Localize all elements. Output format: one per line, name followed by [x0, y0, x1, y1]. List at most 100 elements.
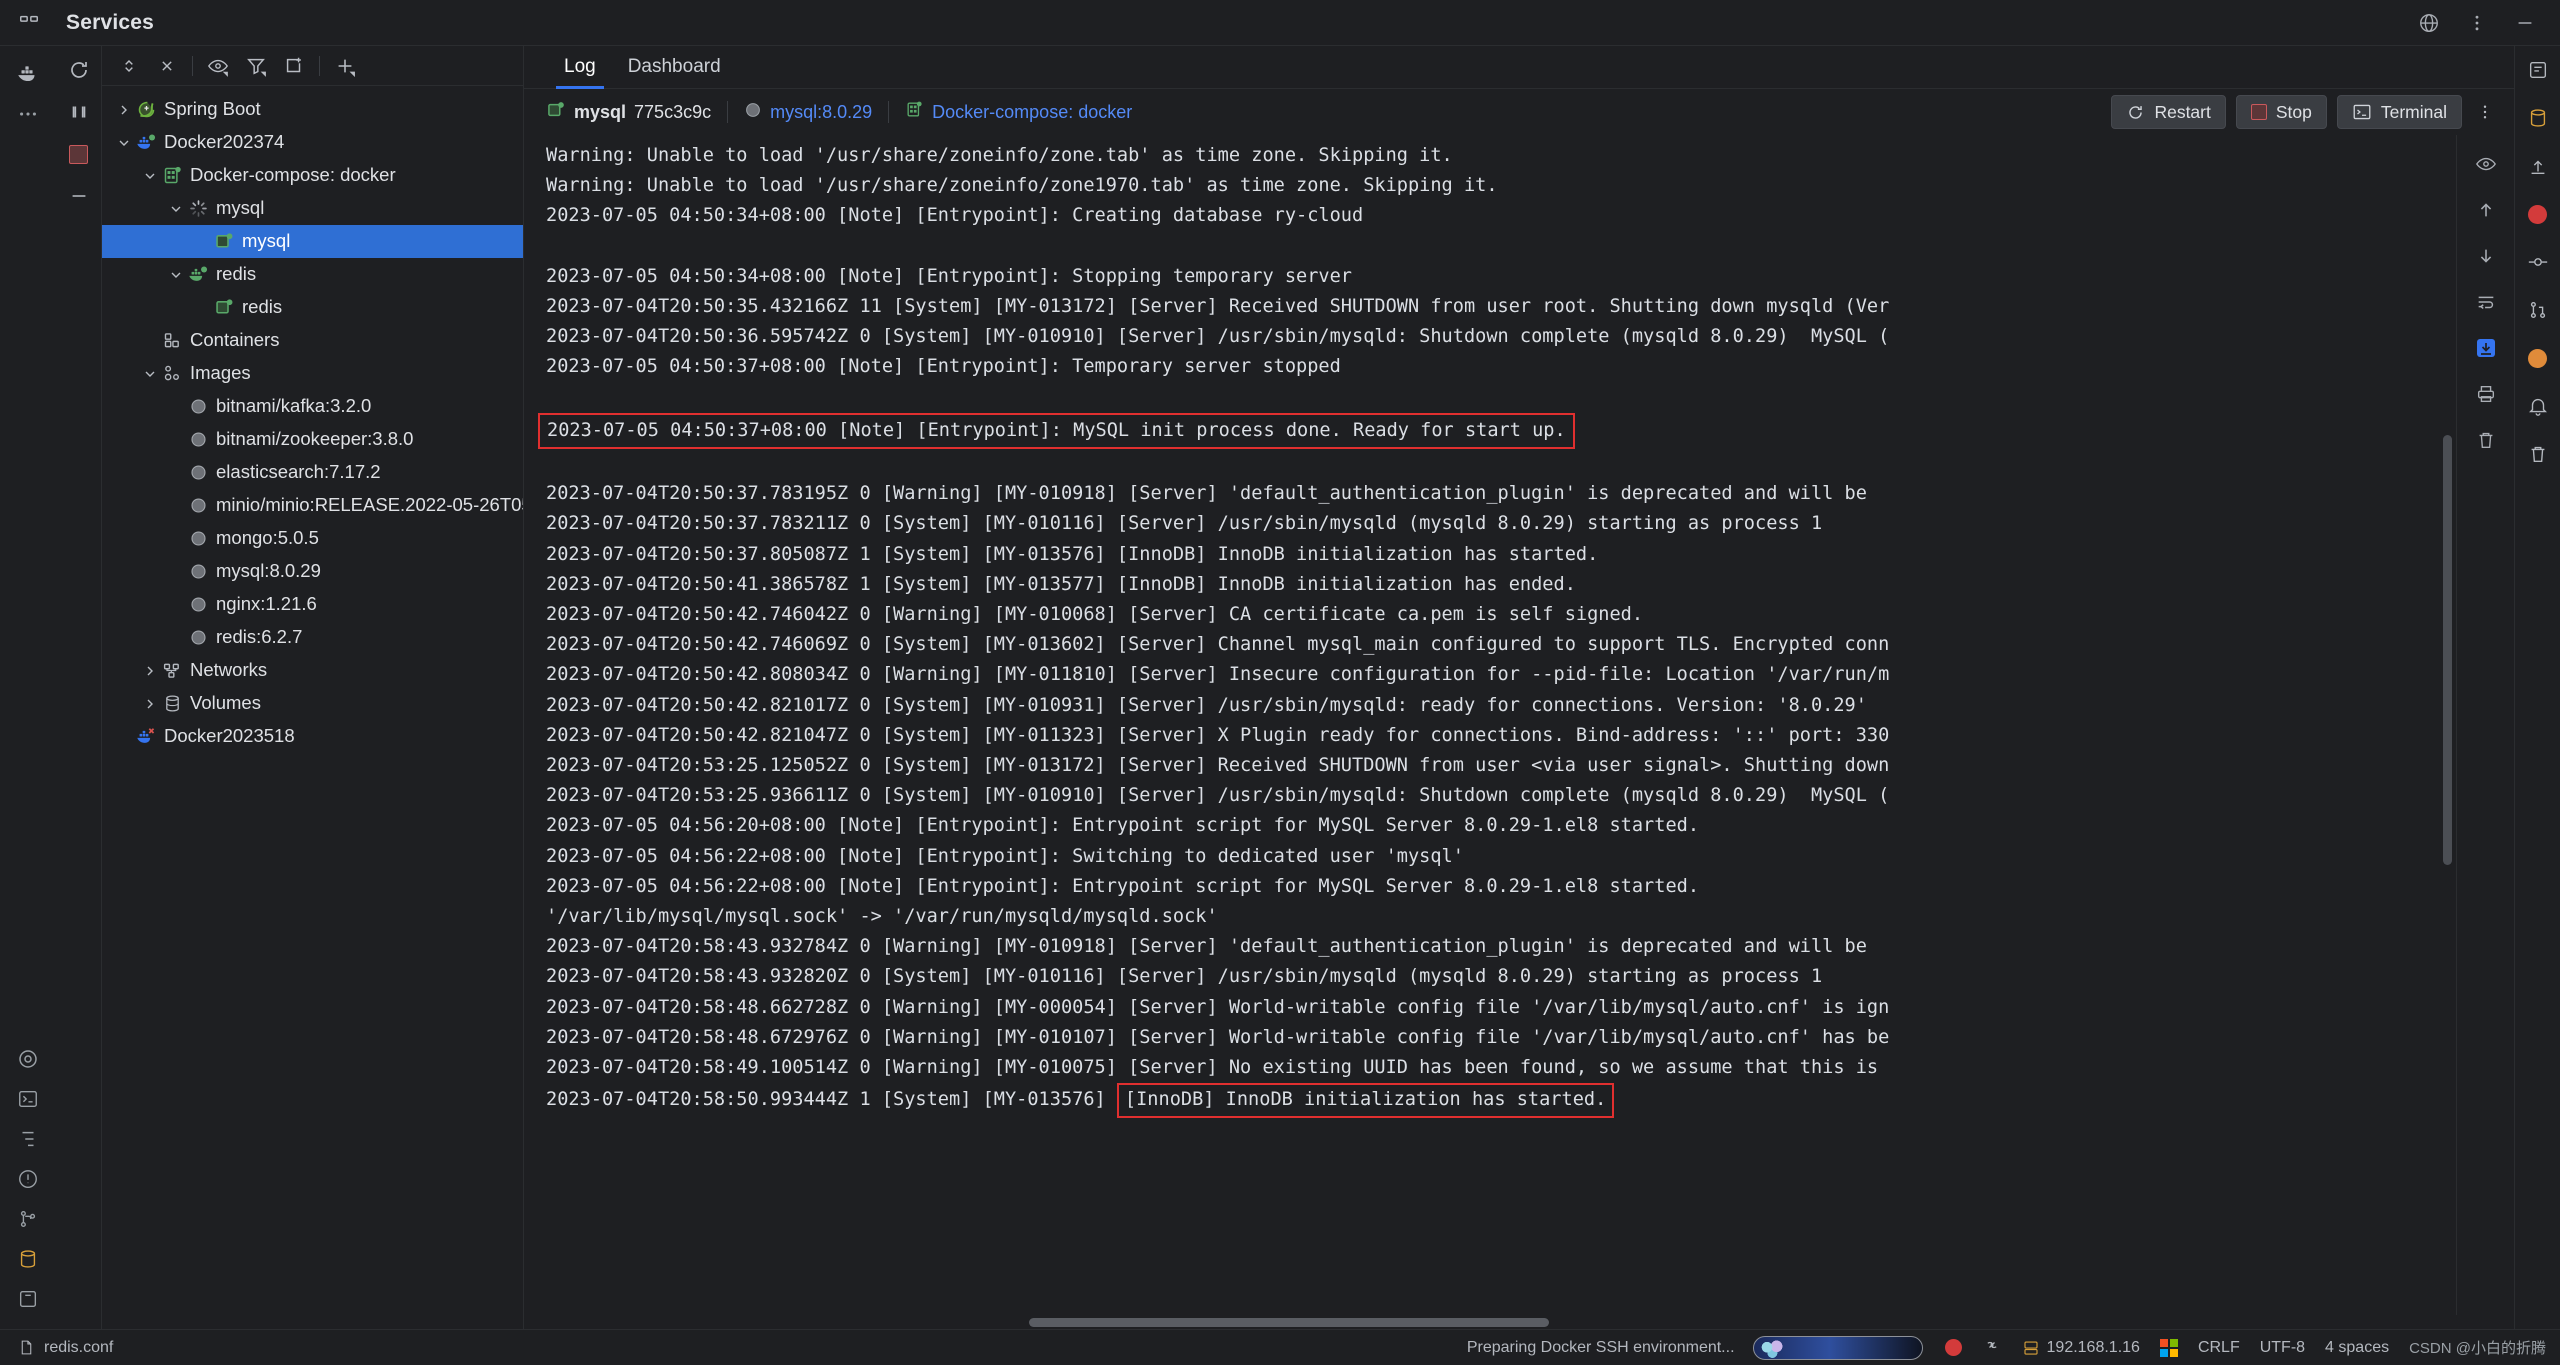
- breadcrumb-compose[interactable]: Docker-compose: docker: [905, 100, 1132, 124]
- ide-window: Services Spring Boot Docker202374 Docker…: [0, 0, 2560, 1365]
- docker-whale-icon[interactable]: [8, 54, 48, 94]
- log-vertical-scrollbar[interactable]: [2443, 435, 2452, 865]
- tree-item[interactable]: mongo:5.0.5: [102, 522, 523, 555]
- terminal-icon[interactable]: [8, 1079, 48, 1119]
- add-icon[interactable]: [326, 49, 364, 83]
- record-icon[interactable]: [1944, 1339, 1962, 1356]
- settings-gear-icon[interactable]: [8, 1039, 48, 1079]
- delete-icon[interactable]: [2471, 425, 2501, 455]
- view-options-icon[interactable]: [199, 49, 237, 83]
- breadcrumb-image[interactable]: mysql:8.0.29: [744, 101, 872, 124]
- red-dot-icon[interactable]: [2524, 200, 2552, 228]
- tree-item[interactable]: Docker2023518: [102, 720, 523, 753]
- log-line: 2023-07-04T20:50:37.783211Z 0 [System] […: [546, 513, 1823, 535]
- database-icon[interactable]: [8, 1239, 48, 1279]
- image-circle-icon: [186, 528, 210, 550]
- chevron-down-icon[interactable]: [140, 364, 160, 384]
- chevron-right-icon[interactable]: [140, 694, 160, 714]
- tree-item[interactable]: elasticsearch:7.17.2: [102, 456, 523, 489]
- tree-item[interactable]: Networks: [102, 654, 523, 687]
- upload-icon[interactable]: [2524, 152, 2552, 180]
- soft-wrap-icon[interactable]: [2471, 287, 2501, 317]
- tab-log[interactable]: Log: [548, 56, 612, 89]
- scroll-down-icon[interactable]: [2471, 241, 2501, 271]
- more-vertical-icon[interactable]: [2472, 97, 2498, 127]
- notifications-icon[interactable]: [2524, 56, 2552, 84]
- tree-item[interactable]: redis: [102, 258, 523, 291]
- bell-icon[interactable]: [2524, 392, 2552, 420]
- tree-item[interactable]: Spring Boot: [102, 93, 523, 126]
- networks-icon: [160, 660, 184, 682]
- tree-item[interactable]: redis: [102, 291, 523, 324]
- status-indent[interactable]: 4 spaces: [2325, 1339, 2389, 1357]
- filter-icon[interactable]: [237, 49, 275, 83]
- windows-logo-icon[interactable]: [2159, 1338, 2178, 1357]
- status-filename: redis.conf: [44, 1338, 114, 1356]
- log-tabs: Log Dashboard: [524, 46, 2514, 89]
- log-line: 2023-07-04T20:53:25.936611Z 0 [System] […: [546, 785, 1890, 807]
- services-tool-rail: [56, 46, 102, 1329]
- group-icon[interactable]: [275, 49, 313, 83]
- scrollbar-thumb[interactable]: [1029, 1318, 1549, 1327]
- tree-item[interactable]: Volumes: [102, 687, 523, 720]
- problems-icon[interactable]: [8, 1159, 48, 1199]
- scroll-to-end-icon[interactable]: [2471, 333, 2501, 363]
- rerun-icon[interactable]: [65, 56, 93, 84]
- status-encoding[interactable]: UTF-8: [2260, 1339, 2305, 1357]
- chevron-right-icon[interactable]: [140, 661, 160, 681]
- database-icon[interactable]: [2524, 104, 2552, 132]
- image-circle-icon: [186, 561, 210, 583]
- trash-icon[interactable]: [2524, 440, 2552, 468]
- print-icon[interactable]: [2471, 379, 2501, 409]
- tree-item[interactable]: Docker202374: [102, 126, 523, 159]
- globe-icon[interactable]: [2416, 10, 2442, 36]
- tree-item[interactable]: minio/minio:RELEASE.2022-05-26T05-48-41Z: [102, 489, 523, 522]
- stop-button[interactable]: Stop: [2235, 95, 2327, 129]
- expand-collapse-icon[interactable]: [110, 49, 148, 83]
- tree-item[interactable]: mysql:8.0.29: [102, 555, 523, 588]
- close-icon[interactable]: [148, 49, 186, 83]
- tab-dashboard[interactable]: Dashboard: [612, 56, 737, 88]
- minimize-icon[interactable]: [2512, 10, 2538, 36]
- tree-item[interactable]: redis:6.2.7: [102, 621, 523, 654]
- minimize-icon[interactable]: [65, 182, 93, 210]
- container-breadcrumb-bar: mysql 775c3c9c mysql:8.0.29 Docker-compo…: [524, 89, 2514, 135]
- stop-icon[interactable]: [65, 140, 93, 168]
- git-branch-icon[interactable]: [8, 1199, 48, 1239]
- tree-item[interactable]: bitnami/zookeeper:3.8.0: [102, 423, 523, 456]
- chevron-down-icon[interactable]: [140, 166, 160, 186]
- pause-icon[interactable]: [65, 98, 93, 126]
- status-file[interactable]: redis.conf: [18, 1339, 113, 1357]
- restart-button[interactable]: Restart: [2111, 95, 2226, 129]
- commit-icon[interactable]: [2524, 248, 2552, 276]
- tree-item[interactable]: mysql: [102, 225, 523, 258]
- tree-item[interactable]: bitnami/kafka:3.2.0: [102, 390, 523, 423]
- log-output[interactable]: Warning: Unable to load '/usr/share/zone…: [524, 135, 2456, 1315]
- eye-icon[interactable]: [2471, 149, 2501, 179]
- log-horizontal-scrollbar[interactable]: [524, 1315, 2514, 1329]
- tree-item-label: nginx:1.21.6: [216, 593, 317, 615]
- tree-item[interactable]: nginx:1.21.6: [102, 588, 523, 621]
- status-sftp[interactable]: 192.168.1.16: [2022, 1339, 2140, 1357]
- bookmarks-icon[interactable]: [8, 1279, 48, 1319]
- status-line-separator[interactable]: CRLF: [2198, 1339, 2240, 1357]
- more-horizontal-icon[interactable]: [8, 94, 48, 134]
- chevron-down-icon[interactable]: [166, 265, 186, 285]
- chevron-right-icon[interactable]: [114, 100, 134, 120]
- more-vertical-icon[interactable]: [2464, 10, 2490, 36]
- terminal-button[interactable]: Terminal: [2336, 95, 2462, 129]
- orange-dot-icon[interactable]: [2524, 344, 2552, 372]
- scroll-up-icon[interactable]: [2471, 195, 2501, 225]
- structure-icon[interactable]: [8, 1119, 48, 1159]
- chevron-down-icon[interactable]: [114, 133, 134, 153]
- services-tree[interactable]: Spring Boot Docker202374 Docker-compose:…: [102, 86, 523, 1329]
- tree-item[interactable]: mysql: [102, 192, 523, 225]
- chevron-down-icon[interactable]: [166, 199, 186, 219]
- tree-item[interactable]: Images: [102, 357, 523, 390]
- link-icon[interactable]: [1982, 1335, 2002, 1360]
- breadcrumb-container[interactable]: mysql 775c3c9c: [546, 100, 711, 125]
- terminal-icon: [2353, 104, 2371, 120]
- tree-item[interactable]: Containers: [102, 324, 523, 357]
- pull-request-icon[interactable]: [2524, 296, 2552, 324]
- tree-item[interactable]: Docker-compose: docker: [102, 159, 523, 192]
